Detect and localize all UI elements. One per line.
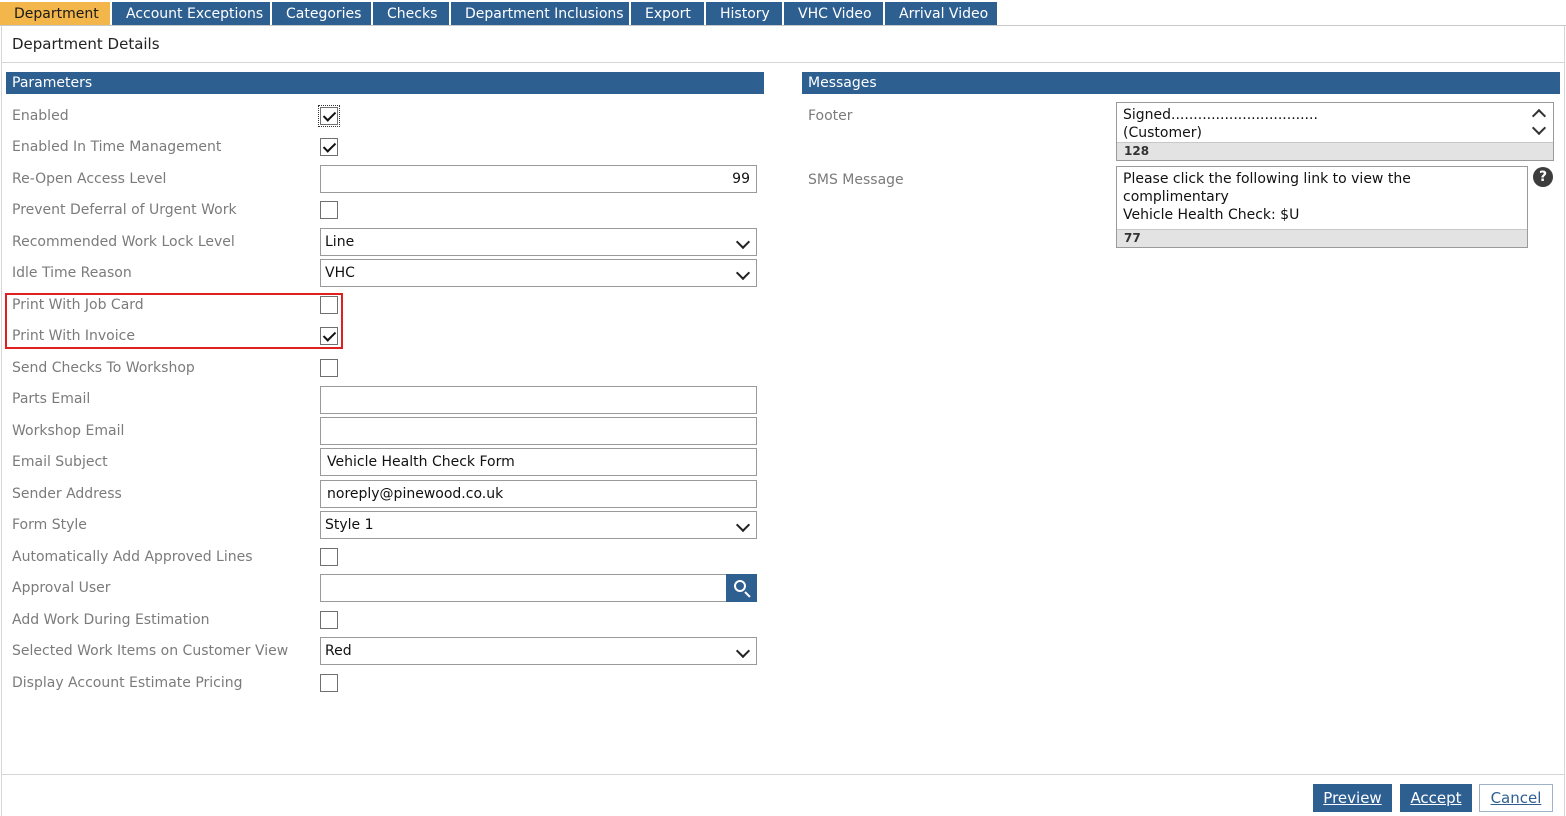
sender-address-input[interactable]: noreply@pinewood.co.uk xyxy=(320,480,757,508)
selected-work-items-select[interactable]: Red xyxy=(320,637,757,665)
prevent-deferral-label: Prevent Deferral of Urgent Work xyxy=(12,202,237,218)
tab-bar: Department Account Exceptions Categories… xyxy=(0,2,999,26)
sender-address-label: Sender Address xyxy=(12,486,122,502)
email-subject-label: Email Subject xyxy=(12,454,108,470)
display-account-estimate-checkbox[interactable] xyxy=(320,674,338,692)
tab-checks[interactable]: Checks xyxy=(373,2,451,26)
recommended-lock-level-select[interactable]: Line xyxy=(320,228,757,256)
footer-textarea[interactable]: Signed................................. … xyxy=(1116,102,1554,161)
scroll-down-icon[interactable] xyxy=(1531,120,1547,136)
search-icon-handle xyxy=(744,591,751,598)
tab-department-inclusions[interactable]: Department Inclusions xyxy=(451,2,631,26)
send-checks-workshop-checkbox[interactable] xyxy=(320,359,338,377)
print-invoice-checkbox[interactable] xyxy=(320,327,338,345)
tab-department[interactable]: Department xyxy=(0,2,112,26)
recommended-lock-level-value: Line xyxy=(325,234,355,250)
print-job-card-label: Print With Job Card xyxy=(12,297,144,313)
idle-time-reason-label: Idle Time Reason xyxy=(12,265,132,281)
add-work-estimation-checkbox[interactable] xyxy=(320,611,338,629)
preview-button-label: Preview xyxy=(1323,789,1382,807)
add-work-estimation-label: Add Work During Estimation xyxy=(12,612,210,628)
chevron-down-icon xyxy=(735,234,751,250)
accept-button[interactable]: Accept xyxy=(1400,784,1472,812)
parameters-header: Parameters xyxy=(6,72,764,94)
title-divider xyxy=(2,62,1564,63)
reopen-access-level-input[interactable]: 99 xyxy=(320,165,757,193)
footer-text: Signed................................. … xyxy=(1123,107,1318,141)
footer-divider xyxy=(2,774,1564,775)
selected-work-items-label: Selected Work Items on Customer View xyxy=(12,643,289,659)
selected-work-items-value: Red xyxy=(325,643,352,659)
workshop-email-input[interactable] xyxy=(320,417,757,445)
sms-char-counter: 77 xyxy=(1117,229,1527,247)
print-invoice-label: Print With Invoice xyxy=(12,328,135,344)
footer-char-counter: 128 xyxy=(1117,142,1553,160)
sms-message-textarea[interactable]: Please click the following link to view … xyxy=(1116,166,1528,248)
auto-add-approved-checkbox[interactable] xyxy=(320,548,338,566)
cancel-button[interactable]: Cancel xyxy=(1479,784,1553,812)
send-checks-workshop-label: Send Checks To Workshop xyxy=(12,360,195,376)
parts-email-input[interactable] xyxy=(320,386,757,414)
form-style-value: Style 1 xyxy=(325,517,374,533)
idle-time-reason-value: VHC xyxy=(325,265,355,281)
enabled-time-management-label: Enabled In Time Management xyxy=(12,139,222,155)
footer-label: Footer xyxy=(808,108,853,124)
sms-message-label: SMS Message xyxy=(808,172,904,188)
email-subject-input[interactable]: Vehicle Health Check Form xyxy=(320,448,757,476)
tab-categories[interactable]: Categories xyxy=(272,2,373,26)
enabled-label: Enabled xyxy=(12,108,69,124)
search-icon xyxy=(734,580,746,592)
form-style-label: Form Style xyxy=(12,517,87,533)
tab-account-exceptions[interactable]: Account Exceptions xyxy=(112,2,272,26)
approval-user-label: Approval User xyxy=(12,580,111,596)
help-icon[interactable]: ? xyxy=(1533,167,1553,187)
print-job-card-checkbox[interactable] xyxy=(320,296,338,314)
sms-message-text: Please click the following link to view … xyxy=(1123,171,1411,223)
tab-export[interactable]: Export xyxy=(631,2,706,26)
tab-vhc-video[interactable]: VHC Video xyxy=(784,2,885,26)
recommended-lock-level-label: Recommended Work Lock Level xyxy=(12,234,235,250)
approval-user-search-button[interactable] xyxy=(726,574,757,602)
enabled-time-management-checkbox[interactable] xyxy=(320,138,338,156)
chevron-down-icon xyxy=(735,265,751,281)
reopen-access-level-label: Re-Open Access Level xyxy=(12,171,167,187)
prevent-deferral-checkbox[interactable] xyxy=(320,201,338,219)
tab-history[interactable]: History xyxy=(706,2,784,26)
form-style-select[interactable]: Style 1 xyxy=(320,511,757,539)
auto-add-approved-label: Automatically Add Approved Lines xyxy=(12,549,253,565)
display-account-estimate-label: Display Account Estimate Pricing xyxy=(12,675,243,691)
cancel-button-label: Cancel xyxy=(1490,789,1542,807)
preview-button[interactable]: Preview xyxy=(1313,784,1392,812)
accept-button-label: Accept xyxy=(1410,789,1462,807)
chevron-down-icon xyxy=(735,643,751,659)
enabled-checkbox[interactable] xyxy=(318,105,340,127)
approval-user-input[interactable] xyxy=(320,574,727,602)
workshop-email-label: Workshop Email xyxy=(12,423,125,439)
parts-email-label: Parts Email xyxy=(12,391,91,407)
idle-time-reason-select[interactable]: VHC xyxy=(320,259,757,287)
messages-header: Messages xyxy=(802,72,1560,94)
page-title: Department Details xyxy=(12,35,160,53)
tab-arrival-video[interactable]: Arrival Video xyxy=(885,2,999,26)
chevron-down-icon xyxy=(735,517,751,533)
